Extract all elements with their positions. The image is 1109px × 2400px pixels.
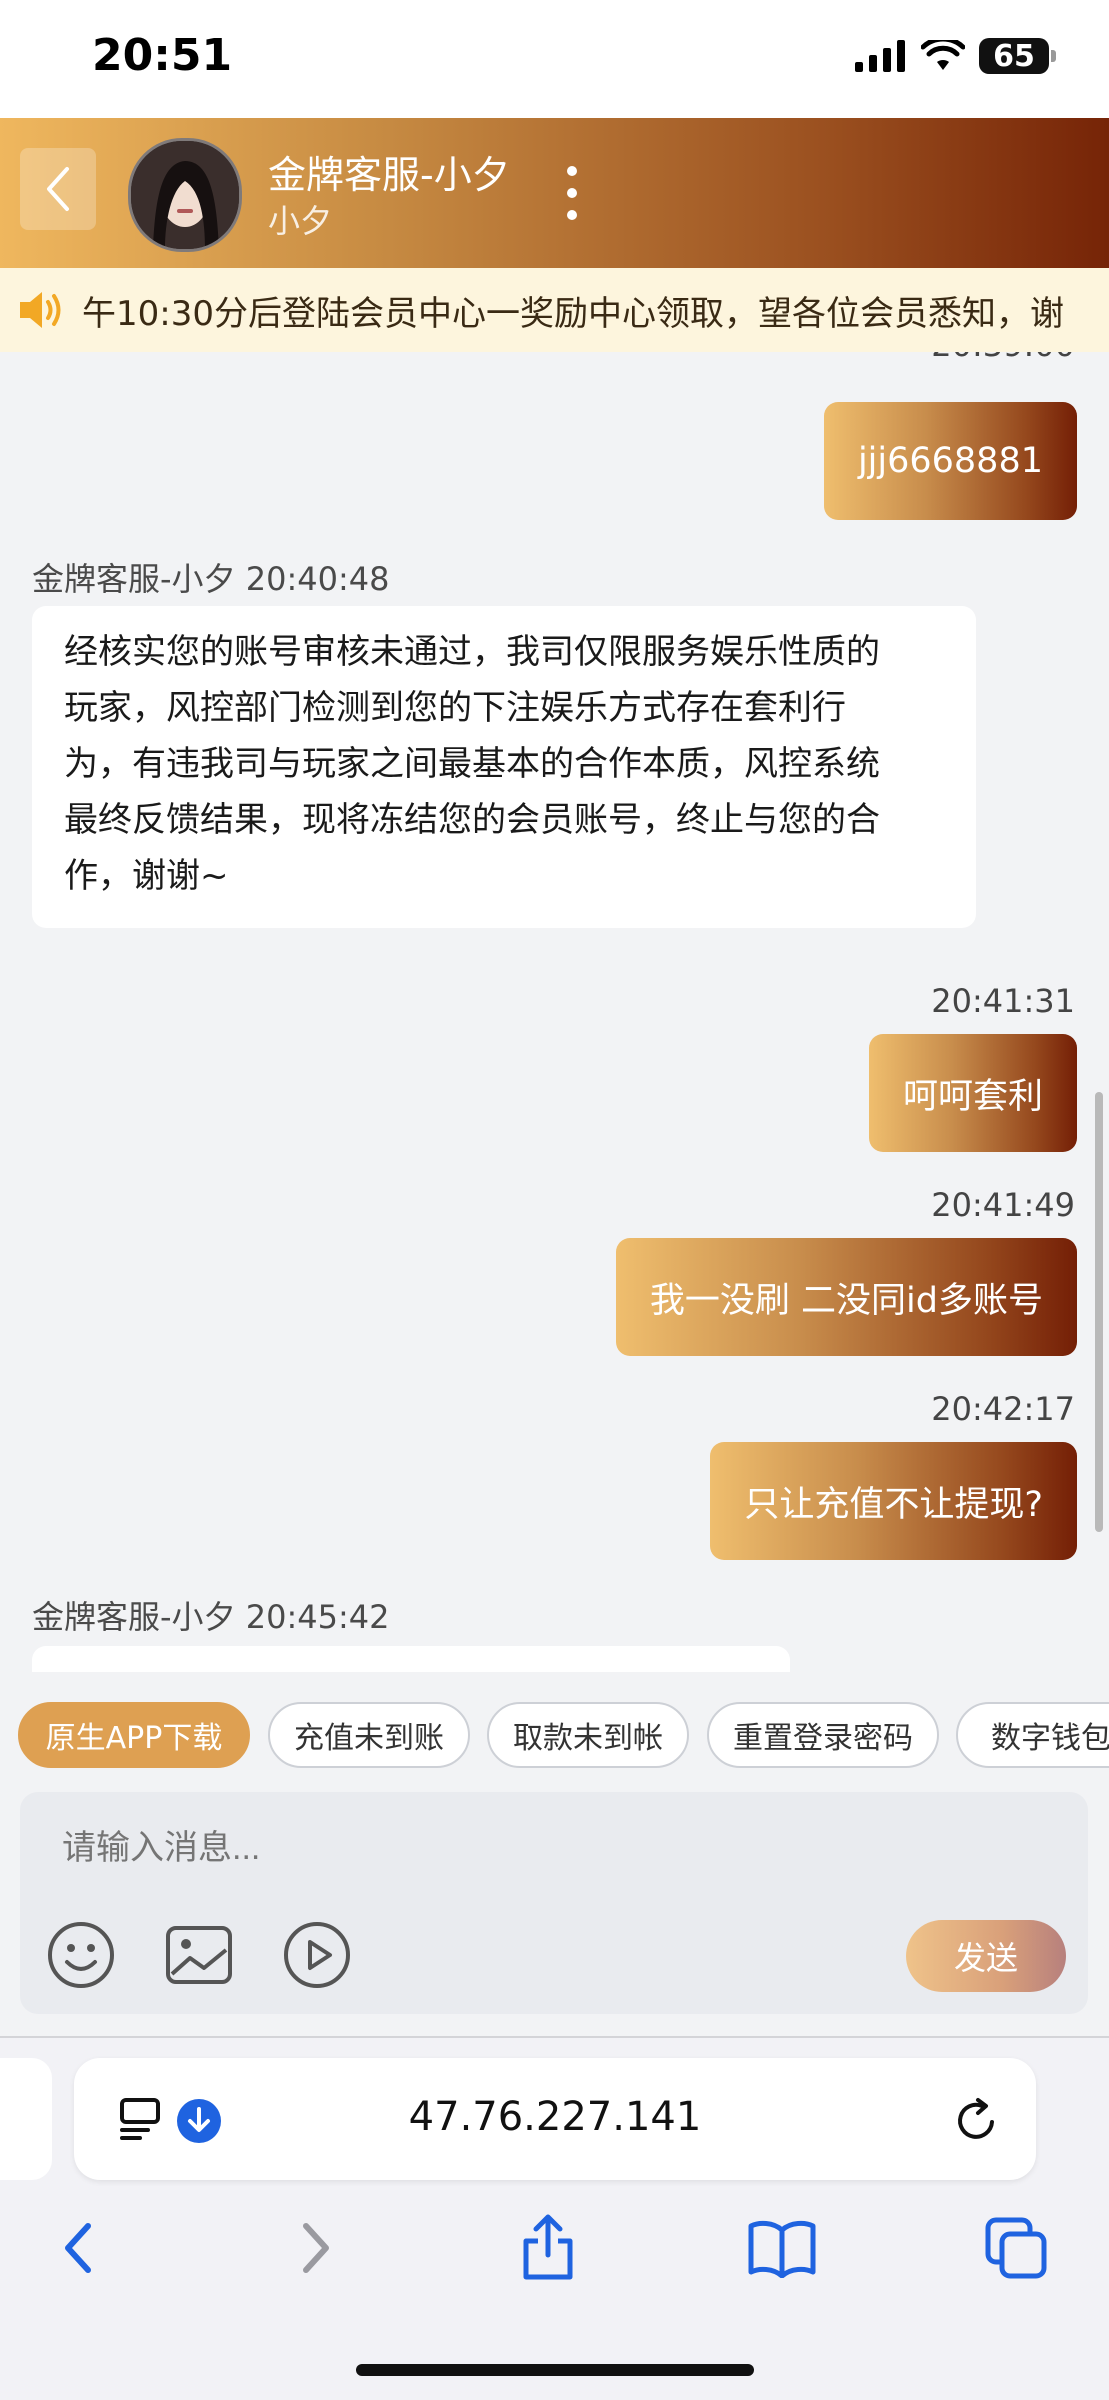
home-indicator (356, 2364, 754, 2376)
message-line: 为，有违我司与玩家之间最基本的合作本质，风控系统 (64, 744, 880, 784)
back-button[interactable] (20, 148, 96, 230)
incoming-message[interactable] (32, 1646, 790, 1672)
chat-header: 金牌客服-小夕 小夕 (0, 118, 1109, 268)
reload-icon[interactable] (954, 2096, 1000, 2144)
message-line: 玩家，风控部门检测到您的下注娱乐方式存在套利行 (64, 688, 846, 728)
message-timestamp: 20:39:00 (931, 352, 1075, 364)
signal-icon (855, 40, 905, 72)
url-text: 47.76.227.141 (408, 2094, 702, 2140)
tabs-button[interactable] (976, 2208, 1056, 2288)
agent-subtitle: 小夕 (268, 202, 333, 240)
status-bar: 20:51 65 (0, 0, 1109, 118)
quick-reply-withdrawal-missing[interactable]: 取款未到帐 (487, 1702, 689, 1768)
outgoing-message[interactable]: 我一没刷 二没同id多账号 (615, 1238, 1077, 1356)
browser-toolbar: 47.76.227.141 (0, 2038, 1109, 2400)
book-icon (748, 2220, 816, 2278)
wifi-icon (921, 40, 965, 70)
quick-reply-digital-wallet[interactable]: 数字钱包下 (956, 1702, 1109, 1768)
sender-name: 金牌客服-小夕 (32, 1598, 236, 1636)
message-timestamp: 20:42:17 (931, 1390, 1075, 1428)
battery-level: 65 (993, 38, 1035, 74)
outgoing-message[interactable]: 呵呵套利 (868, 1034, 1077, 1152)
share-icon (523, 2214, 573, 2280)
image-button[interactable] (164, 1920, 234, 1990)
message-timestamp: 20:40:48 (245, 560, 390, 598)
address-bar[interactable]: 47.76.227.141 (74, 2058, 1036, 2180)
chevron-right-icon (303, 2223, 329, 2273)
notice-bar: 午10:30分后登陆会员中心一奖励中心领取，望各位会员悉知，谢 (0, 268, 1109, 352)
quick-reply-deposit-missing[interactable]: 充值未到账 (268, 1702, 470, 1768)
status-icons: 65 (855, 38, 1056, 74)
emoji-button[interactable] (46, 1920, 116, 1990)
more-dot-icon (567, 188, 577, 198)
avatar-image (131, 141, 239, 249)
message-sender: 金牌客服-小夕 20:40:48 (32, 554, 389, 600)
bookmarks-button[interactable] (742, 2208, 822, 2288)
message-line: 最终反馈结果，现将冻结您的会员账号，终止与您的合 (64, 800, 880, 840)
message-timestamp: 20:41:31 (931, 982, 1075, 1020)
tabs-icon (985, 2217, 1047, 2279)
agent-name: 金牌客服-小夕 (268, 153, 510, 197)
outgoing-message[interactable]: jjj6668881 (823, 402, 1077, 520)
message-line: 经核实您的账号审核未通过，我司仅限服务娱乐性质的 (64, 632, 880, 672)
notice-text: 午10:30分后登陆会员中心一奖励中心领取，望各位会员悉知，谢 (82, 294, 1064, 334)
message-input[interactable] (60, 1828, 864, 1869)
image-icon (166, 1926, 232, 1984)
browser-back-button[interactable] (38, 2208, 118, 2288)
agent-avatar[interactable] (128, 138, 242, 252)
chevron-left-icon (47, 167, 69, 211)
more-dot-icon (567, 210, 577, 220)
message-composer: 发送 (20, 1792, 1088, 2014)
more-dot-icon (567, 166, 577, 176)
quick-reply-bar: 原生APP下载 充值未到账 取款未到帐 重置登录密码 数字钱包下 (0, 1672, 1109, 1792)
send-button[interactable]: 发送 (906, 1920, 1066, 1992)
chevron-left-icon (65, 2223, 91, 2273)
status-time: 20:51 (92, 30, 233, 81)
chat-scrollbar[interactable] (1095, 1092, 1103, 1532)
quick-reply-app-download[interactable]: 原生APP下载 (18, 1702, 250, 1768)
share-button[interactable] (508, 2208, 588, 2288)
play-icon (284, 1922, 350, 1988)
message-line: 作，谢谢~ (64, 856, 229, 896)
emoji-icon (48, 1922, 114, 1988)
sender-name: 金牌客服-小夕 (32, 560, 236, 598)
chat-messages[interactable]: 20:39:00 jjj6668881 金牌客服-小夕 20:40:48 经核实… (0, 352, 1109, 1672)
incoming-message[interactable]: 经核实您的账号审核未通过，我司仅限服务娱乐性质的 玩家，风控部门检测到您的下注娱… (32, 606, 976, 928)
outgoing-message[interactable]: 只让充值不让提现? (710, 1442, 1077, 1560)
more-menu-button[interactable] (552, 160, 592, 226)
message-timestamp: 20:41:49 (931, 1186, 1075, 1224)
browser-forward-button[interactable] (276, 2208, 356, 2288)
speaker-icon (20, 292, 61, 328)
quick-reply-reset-password[interactable]: 重置登录密码 (707, 1702, 939, 1768)
previous-tab-preview[interactable] (0, 2058, 52, 2180)
message-sender: 金牌客服-小夕 20:45:42 (32, 1592, 389, 1638)
battery-icon: 65 (979, 38, 1056, 74)
video-button[interactable] (282, 1920, 352, 1990)
message-timestamp: 20:45:42 (245, 1598, 390, 1636)
